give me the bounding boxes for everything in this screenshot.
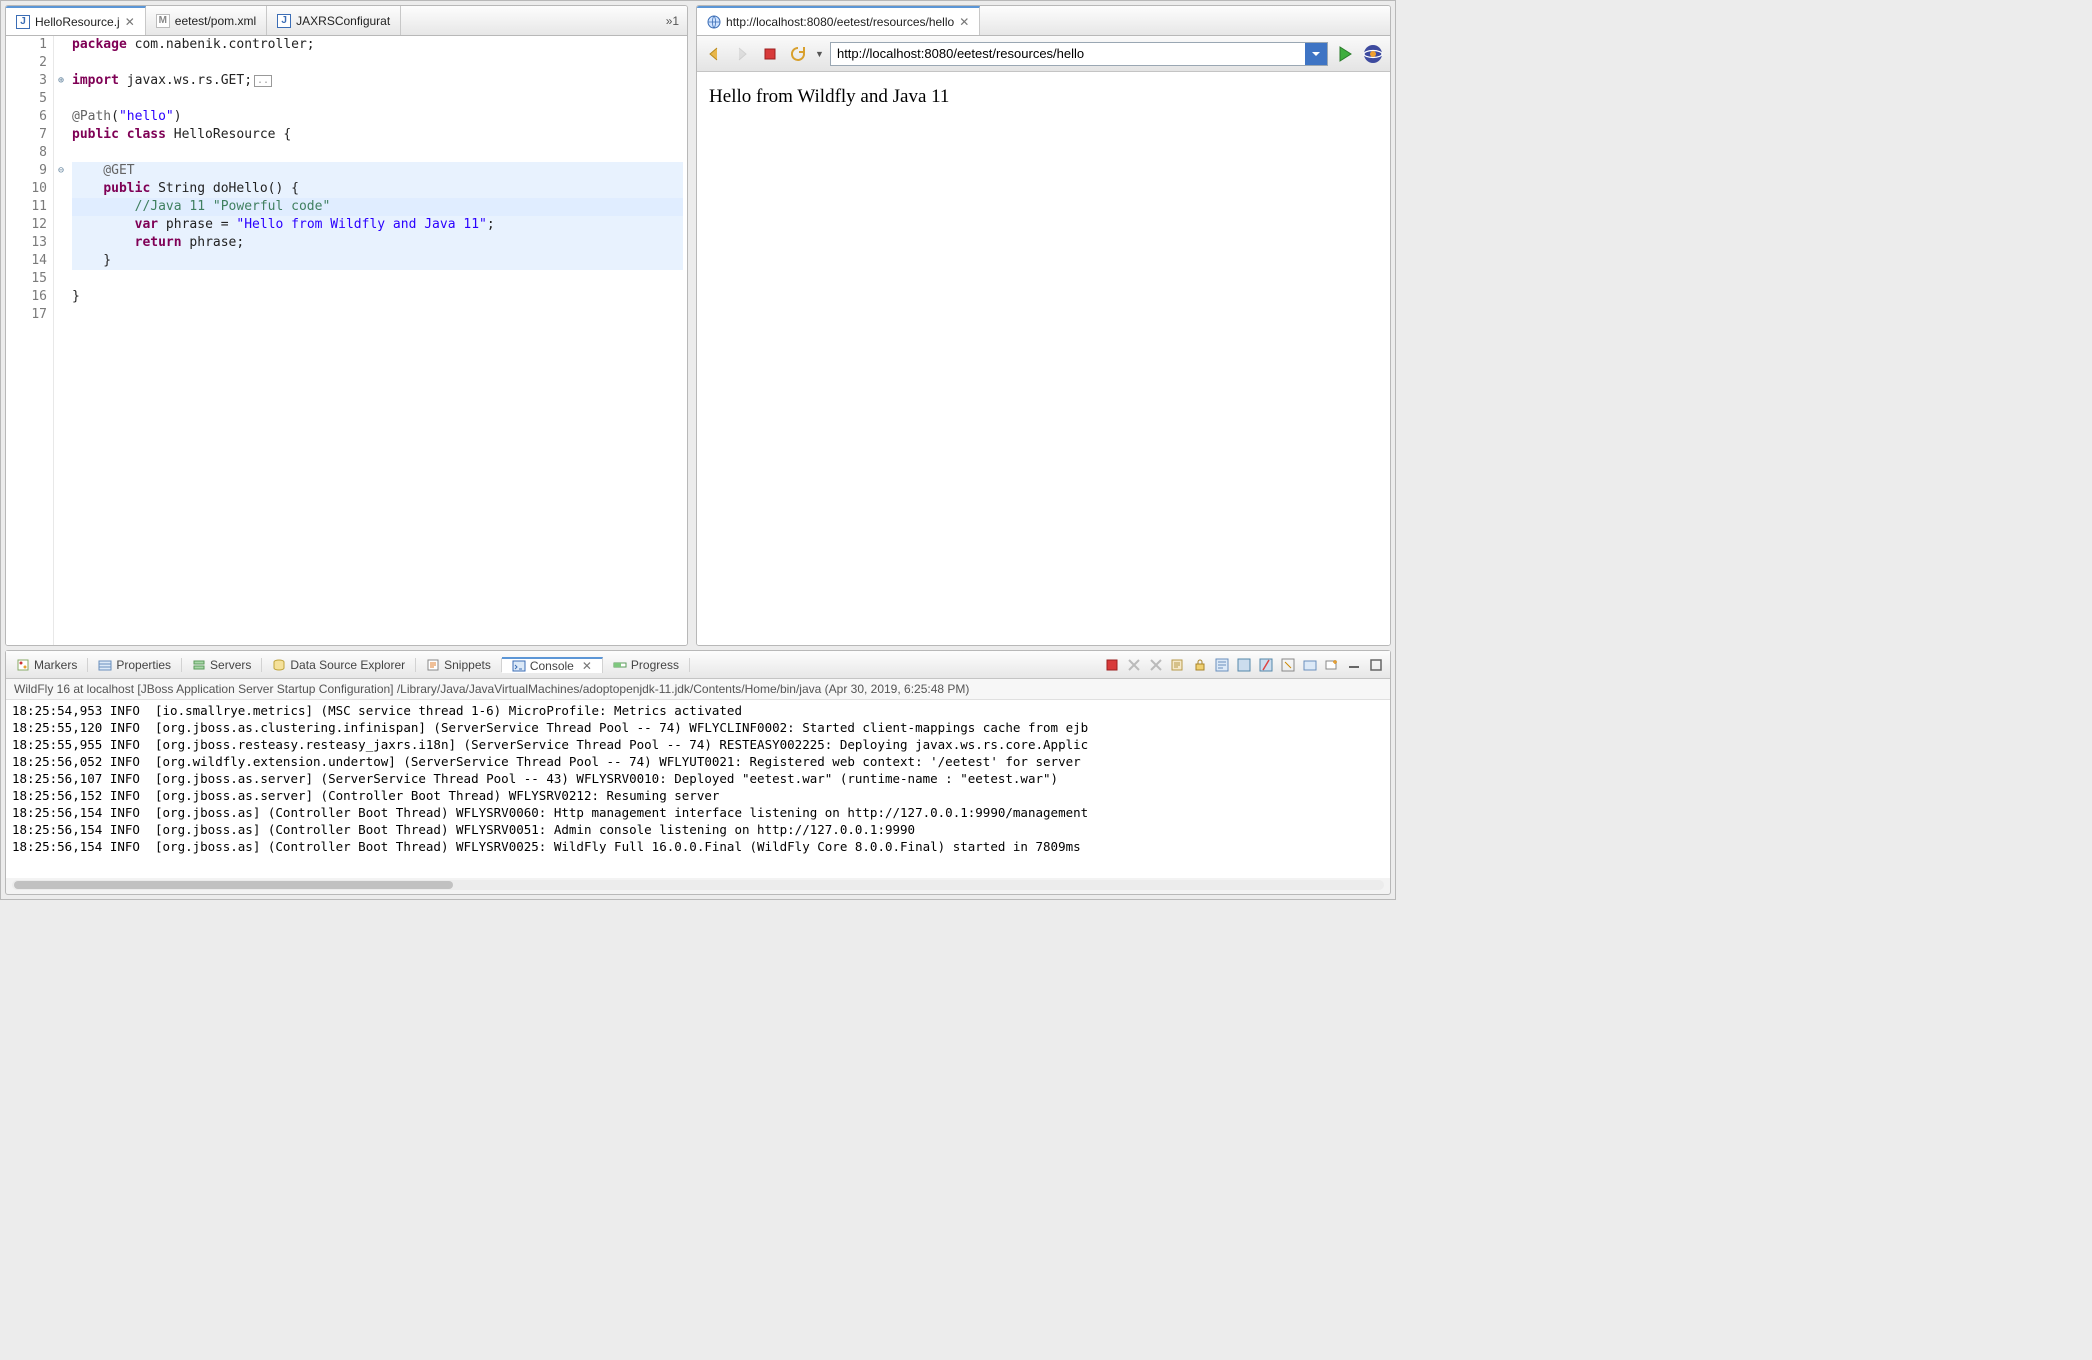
remove-all-terminated-button[interactable] xyxy=(1148,657,1164,673)
pin-console-button[interactable] xyxy=(1280,657,1296,673)
dse-icon xyxy=(272,658,286,672)
close-icon[interactable]: ✕ xyxy=(125,15,135,29)
url-dropdown-button[interactable] xyxy=(1305,43,1327,65)
view-tab-snippets[interactable]: Snippets xyxy=(416,658,502,672)
close-icon[interactable]: ✕ xyxy=(959,15,969,29)
view-tab-console[interactable]: Console ✕ xyxy=(502,657,603,673)
url-bar[interactable] xyxy=(830,42,1328,66)
view-tabs: Markers Properties Servers Data Source Expl… xyxy=(6,651,1390,679)
open-console-button[interactable] xyxy=(1302,657,1318,673)
editor-tab[interactable]: J HelloResource.j ✕ xyxy=(6,6,146,35)
java-file-icon: J xyxy=(16,15,30,29)
refresh-button[interactable] xyxy=(787,43,809,65)
new-console-button[interactable] xyxy=(1324,657,1340,673)
java-file-icon: J xyxy=(277,14,291,28)
terminate-button[interactable] xyxy=(1104,657,1120,673)
fold-column[interactable]: ⊕⊖ xyxy=(54,36,68,645)
editor-tab-label: JAXRSConfigurat xyxy=(296,14,390,28)
snippets-icon xyxy=(426,658,440,672)
stop-button[interactable] xyxy=(759,43,781,65)
editor-tab-label: HelloResource.j xyxy=(35,15,120,29)
view-tab-label: Servers xyxy=(210,658,251,672)
horizontal-scrollbar[interactable] xyxy=(12,880,1384,890)
view-tab-label: Progress xyxy=(631,658,679,672)
code-body[interactable]: package com.nabenik.controller;import ja… xyxy=(68,36,687,645)
remove-terminated-button[interactable] xyxy=(1126,657,1142,673)
editor-pane: J HelloResource.j ✕ Meetest/pom.xml J JAXRSCo… xyxy=(5,5,688,646)
view-tab-label: Data Source Explorer xyxy=(290,658,405,672)
line-number-gutter[interactable]: 123567891011121314151617 xyxy=(18,36,54,645)
console-header: WildFly 16 at localhost [JBoss Applicati… xyxy=(6,679,1390,700)
properties-icon xyxy=(98,658,112,672)
scroll-lock-button[interactable] xyxy=(1192,657,1208,673)
minimize-button[interactable] xyxy=(1346,657,1362,673)
back-button[interactable] xyxy=(703,43,725,65)
upper-panes: J HelloResource.j ✕ Meetest/pom.xml J JAXRSCo… xyxy=(1,1,1395,650)
browser-toolbar: ▼ xyxy=(697,36,1390,72)
eclipse-icon[interactable] xyxy=(1362,43,1384,65)
code-rulers: 123567891011121314151617 ⊕⊖ xyxy=(6,36,68,645)
close-icon[interactable]: ✕ xyxy=(582,659,592,673)
progress-icon xyxy=(613,658,627,672)
code-editor[interactable]: 123567891011121314151617 ⊕⊖ package com.… xyxy=(6,36,687,645)
browser-tab-title: http://localhost:8080/eetest/resources/h… xyxy=(726,15,954,29)
editor-tab[interactable]: Meetest/pom.xml xyxy=(146,6,267,35)
word-wrap-button[interactable] xyxy=(1214,657,1230,673)
browser-content: Hello from Wildfly and Java 11 xyxy=(697,72,1390,645)
view-tab-label: Snippets xyxy=(444,658,491,672)
view-tab-markers[interactable]: Markers xyxy=(6,658,88,672)
view-tab-label: Properties xyxy=(116,658,171,672)
browser-tab[interactable]: http://localhost:8080/eetest/resources/h… xyxy=(697,6,980,35)
maximize-button[interactable] xyxy=(1368,657,1384,673)
browser-pane: http://localhost:8080/eetest/resources/h… xyxy=(696,5,1391,646)
view-tab-properties[interactable]: Properties xyxy=(88,658,182,672)
view-tab-label: Console xyxy=(530,659,574,673)
view-tab-label: Markers xyxy=(34,658,77,672)
go-button[interactable] xyxy=(1334,43,1356,65)
view-tab-dse[interactable]: Data Source Explorer xyxy=(262,658,416,672)
xml-file-icon: M xyxy=(156,14,170,28)
view-tab-progress[interactable]: Progress xyxy=(603,658,690,672)
tab-overflow-button[interactable]: »1 xyxy=(658,6,687,35)
console-icon xyxy=(512,659,526,673)
bottom-panel: Markers Properties Servers Data Source Expl… xyxy=(5,650,1391,895)
globe-icon xyxy=(707,15,721,29)
forward-button[interactable] xyxy=(731,43,753,65)
console-output[interactable]: 18:25:54,953 INFO [io.smallrye.metrics] … xyxy=(6,700,1390,878)
page-text: Hello from Wildfly and Java 11 xyxy=(709,86,949,107)
show-console-button[interactable] xyxy=(1236,657,1252,673)
ide-workbench: J HelloResource.j ✕ Meetest/pom.xml J JAXRSCo… xyxy=(0,0,1396,900)
clear-console-button[interactable] xyxy=(1170,657,1186,673)
console-toolbar xyxy=(1098,657,1390,673)
browser-tabbar: http://localhost:8080/eetest/resources/h… xyxy=(697,6,1390,36)
editor-tabbar: J HelloResource.j ✕ Meetest/pom.xml J JAXRSCo… xyxy=(6,6,687,36)
editor-tab[interactable]: J JAXRSConfigurat xyxy=(267,6,401,35)
dropdown-icon[interactable]: ▼ xyxy=(815,49,824,59)
url-input[interactable] xyxy=(831,46,1305,61)
editor-tab-label: eetest/pom.xml xyxy=(175,14,256,28)
servers-icon xyxy=(192,658,206,672)
display-console-button[interactable] xyxy=(1258,657,1274,673)
view-tab-servers[interactable]: Servers xyxy=(182,658,262,672)
markers-icon xyxy=(16,658,30,672)
